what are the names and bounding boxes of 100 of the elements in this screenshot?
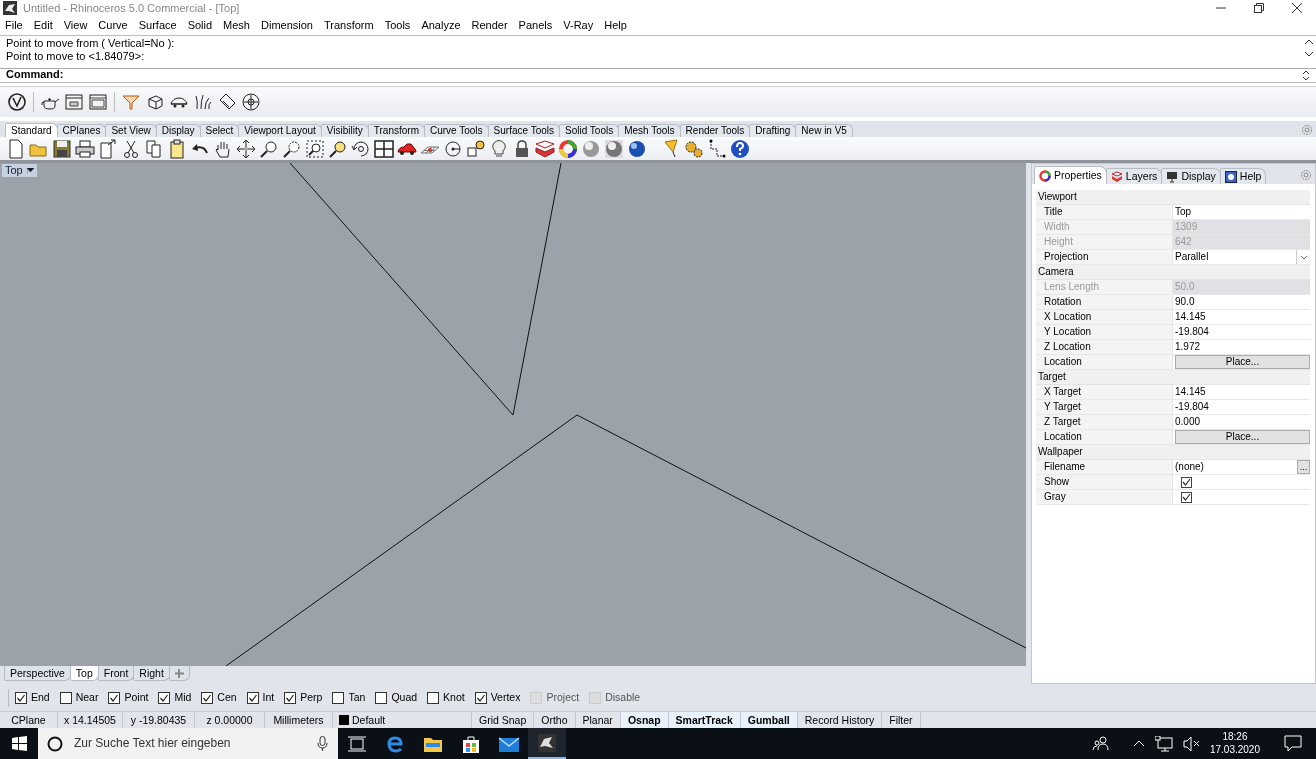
checkbox[interactable] bbox=[427, 691, 440, 704]
property-value[interactable]: 0.000 bbox=[1175, 416, 1201, 429]
checkbox[interactable] bbox=[375, 691, 388, 704]
window-icon[interactable] bbox=[88, 92, 108, 112]
add-tab-button[interactable] bbox=[168, 666, 190, 682]
checkbox[interactable] bbox=[15, 691, 27, 704]
move-arrows-icon[interactable] bbox=[236, 138, 256, 159]
browse-button[interactable]: ... bbox=[1297, 460, 1310, 475]
people-icon[interactable] bbox=[1091, 736, 1109, 751]
checkbox[interactable] bbox=[201, 691, 214, 704]
dropdown-value[interactable]: Parallel bbox=[1175, 251, 1209, 264]
toolbar-tab[interactable]: Solid Tools bbox=[559, 124, 620, 138]
toolbar-tab[interactable]: Set View bbox=[105, 124, 157, 138]
viewport-tab[interactable]: Right bbox=[133, 666, 170, 682]
color-wheel-icon[interactable] bbox=[558, 138, 578, 159]
checkbox[interactable] bbox=[284, 691, 297, 704]
scroll-down-icon[interactable] bbox=[1305, 50, 1313, 57]
status-toggle[interactable]: Gumball bbox=[740, 712, 798, 728]
grid-sphere-icon[interactable] bbox=[604, 138, 624, 159]
toolbar-tab[interactable]: Drafting bbox=[749, 124, 797, 138]
menu-item[interactable]: Tools bbox=[384, 18, 411, 32]
toolbar-tab[interactable]: Viewport Layout bbox=[238, 124, 322, 138]
spinner-icon[interactable] bbox=[1302, 70, 1310, 82]
menu-item[interactable]: Edit bbox=[33, 18, 53, 32]
checkbox[interactable] bbox=[158, 691, 171, 704]
viewport[interactable]: Top bbox=[0, 163, 1026, 667]
help-icon[interactable] bbox=[730, 138, 750, 159]
checkbox[interactable] bbox=[1181, 476, 1192, 488]
toolbar-tab[interactable]: Display bbox=[155, 124, 201, 138]
menu-item[interactable]: Solid bbox=[187, 18, 213, 32]
caret-icon[interactable] bbox=[26, 167, 34, 174]
checkbox[interactable] bbox=[332, 691, 345, 704]
zoom-extents-icon[interactable] bbox=[305, 138, 325, 159]
clock[interactable]: 18:26 17.03.2020 bbox=[1209, 731, 1260, 756]
layer-swatch-icon[interactable] bbox=[338, 715, 349, 726]
menu-item[interactable]: Panels bbox=[518, 18, 553, 32]
toolbar-tab[interactable]: Visibility bbox=[320, 124, 369, 138]
search-bar[interactable]: Zur Suche Text hier eingeben bbox=[38, 728, 338, 759]
place-button[interactable]: Place... bbox=[1175, 430, 1310, 445]
check-circle-icon[interactable] bbox=[7, 92, 27, 112]
viewport-tab[interactable]: Perspective bbox=[4, 666, 71, 682]
layer-name[interactable]: Default bbox=[351, 713, 386, 727]
tag-icon[interactable] bbox=[217, 92, 237, 112]
menu-item[interactable]: Transform bbox=[323, 18, 374, 32]
status-toggle[interactable]: Osnap bbox=[620, 712, 669, 728]
grass-icon[interactable] bbox=[193, 92, 213, 112]
menu-item[interactable]: File bbox=[5, 18, 23, 32]
render-window-icon[interactable] bbox=[64, 92, 84, 112]
property-value[interactable]: 14.145 bbox=[1175, 311, 1206, 324]
status-toggle[interactable]: SmartTrack bbox=[668, 712, 741, 728]
layers-icon[interactable] bbox=[535, 138, 555, 159]
dropdown-caret-icon[interactable] bbox=[1299, 254, 1308, 260]
place-button[interactable]: Place... bbox=[1175, 355, 1310, 370]
menu-item[interactable]: Curve bbox=[98, 18, 128, 32]
funnel-icon[interactable] bbox=[121, 92, 141, 112]
property-value[interactable]: 14.145 bbox=[1175, 386, 1206, 399]
menu-item[interactable]: View bbox=[63, 18, 88, 32]
panel-tab[interactable]: Help bbox=[1219, 168, 1267, 185]
menu-item[interactable]: Mesh bbox=[223, 18, 250, 32]
toolbar-tab[interactable]: Select bbox=[199, 124, 240, 138]
panel-tab[interactable]: Layers bbox=[1105, 168, 1163, 185]
checkbox[interactable] bbox=[108, 691, 121, 704]
lightbulb-icon[interactable] bbox=[489, 138, 509, 159]
scroll-up-icon[interactable] bbox=[1305, 38, 1313, 45]
clipboard-icon[interactable] bbox=[167, 138, 187, 159]
menu-item[interactable]: V-Ray bbox=[563, 18, 594, 32]
polyline-icon[interactable] bbox=[707, 138, 727, 159]
speaker-muted-icon[interactable] bbox=[1182, 735, 1200, 752]
viewport-title[interactable]: Top bbox=[2, 164, 37, 178]
toolbar-tab[interactable]: Transform bbox=[367, 124, 425, 138]
menu-item[interactable]: Render bbox=[471, 18, 508, 32]
viewport-tab[interactable]: Top bbox=[69, 666, 99, 682]
toolbar-tab[interactable]: CPlanes bbox=[56, 124, 107, 138]
gears-icon[interactable] bbox=[684, 138, 704, 159]
checkbox[interactable] bbox=[1181, 491, 1192, 503]
scissors-icon[interactable] bbox=[121, 138, 141, 159]
zoom-icon[interactable] bbox=[259, 138, 279, 159]
notification-icon[interactable] bbox=[1284, 735, 1302, 752]
menu-item[interactable]: Surface bbox=[138, 18, 177, 32]
checkbox[interactable] bbox=[474, 691, 487, 704]
network-icon[interactable] bbox=[1154, 735, 1173, 752]
search-field[interactable]: Zur Suche Text hier eingeben bbox=[72, 735, 308, 752]
property-value[interactable]: 1.972 bbox=[1175, 341, 1201, 354]
toolbar-tab[interactable]: Curve Tools bbox=[423, 124, 489, 138]
shaded-sphere-icon[interactable] bbox=[627, 138, 647, 159]
printer-icon[interactable] bbox=[75, 138, 95, 159]
restore-icon[interactable] bbox=[1254, 3, 1264, 14]
property-value[interactable]: Top bbox=[1175, 206, 1192, 219]
zoom-selected-icon[interactable] bbox=[328, 138, 348, 159]
page-arrow-icon[interactable] bbox=[98, 138, 118, 159]
task-view-icon[interactable] bbox=[348, 735, 366, 752]
property-value[interactable]: -19.804 bbox=[1175, 401, 1209, 414]
rhino-app-icon[interactable] bbox=[537, 732, 557, 753]
microphone-icon[interactable] bbox=[317, 736, 328, 751]
zoom-window-icon[interactable] bbox=[282, 138, 302, 159]
copy-icon[interactable] bbox=[144, 138, 164, 159]
blank-page-icon[interactable] bbox=[6, 138, 26, 159]
toolbar-tab[interactable]: Surface Tools bbox=[487, 124, 560, 138]
shopping-bag-icon[interactable] bbox=[461, 733, 481, 754]
close-icon[interactable] bbox=[1292, 3, 1302, 14]
